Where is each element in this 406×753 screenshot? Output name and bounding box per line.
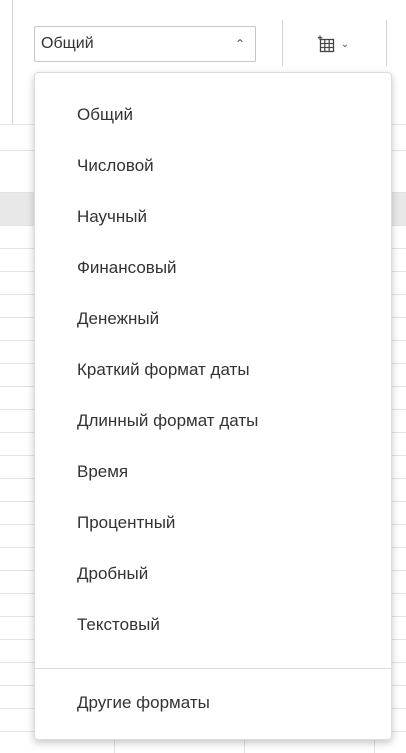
number-format-select-value: Общий xyxy=(41,35,94,52)
menu-item-accounting[interactable]: Финансовый xyxy=(35,242,391,293)
number-format-select[interactable]: Общий ⌃ xyxy=(34,26,256,62)
menu-item-short-date[interactable]: Краткий формат даты xyxy=(35,344,391,395)
table-insert-icon xyxy=(317,35,335,53)
toolbar-divider xyxy=(282,20,283,66)
number-format-menu: Общий Числовой Научный Финансовый Денежн… xyxy=(34,72,392,740)
menu-item-long-date[interactable]: Длинный формат даты xyxy=(35,395,391,446)
menu-item-time[interactable]: Время xyxy=(35,446,391,497)
menu-item-fraction[interactable]: Дробный xyxy=(35,548,391,599)
menu-item-currency[interactable]: Денежный xyxy=(35,293,391,344)
menu-item-scientific[interactable]: Научный xyxy=(35,191,391,242)
menu-item-text[interactable]: Текстовый xyxy=(35,599,391,650)
chevron-up-icon: ⌃ xyxy=(234,37,246,51)
menu-item-other-formats[interactable]: Другие форматы xyxy=(35,677,391,728)
toolbar-divider xyxy=(386,20,387,66)
menu-item-general[interactable]: Общий xyxy=(35,89,391,140)
menu-separator xyxy=(35,668,391,669)
menu-item-percentage[interactable]: Процентный xyxy=(35,497,391,548)
number-format-list: Общий Числовой Научный Финансовый Денежн… xyxy=(35,89,391,650)
toolbar-divider xyxy=(12,0,13,124)
menu-item-number[interactable]: Числовой xyxy=(35,140,391,191)
chevron-down-icon: ⌄ xyxy=(340,38,350,50)
insert-table-button[interactable]: ⌄ xyxy=(306,28,360,60)
